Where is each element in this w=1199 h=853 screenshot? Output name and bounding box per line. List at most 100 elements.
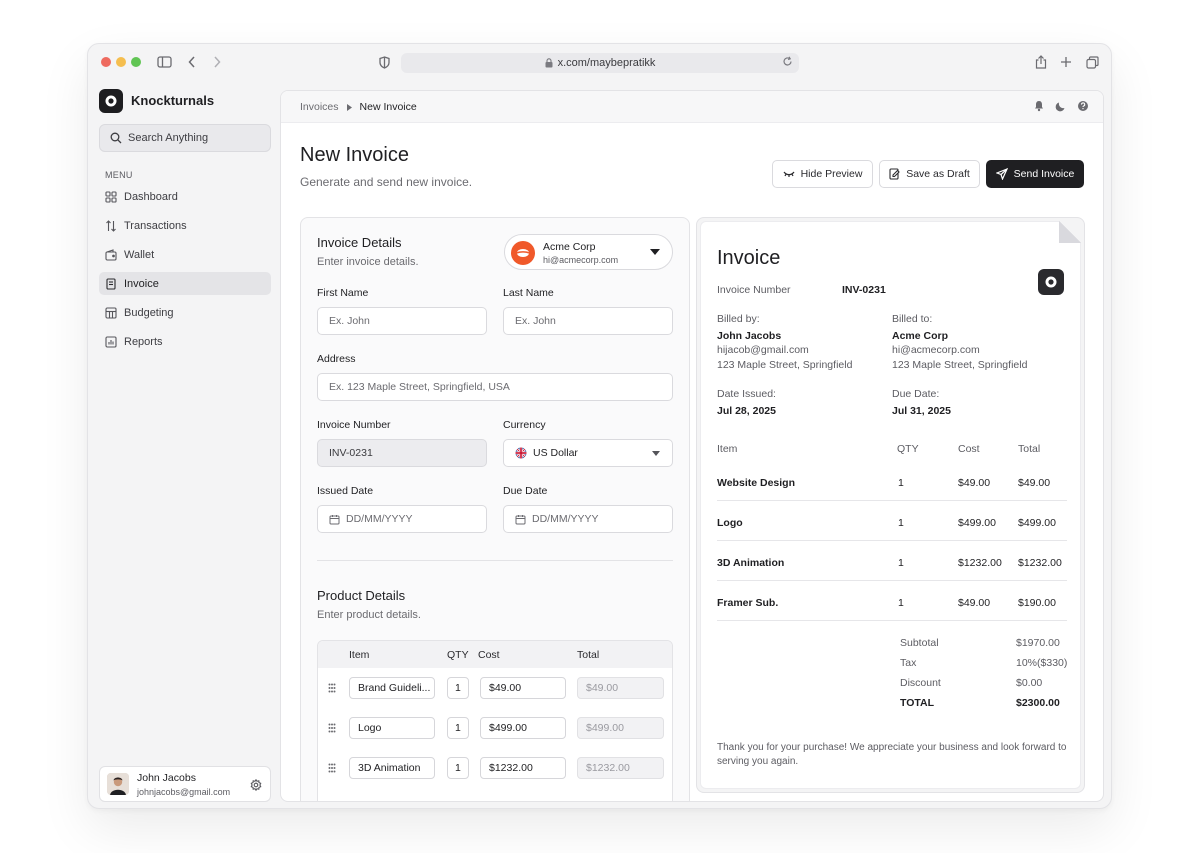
col-cost: Cost (478, 649, 500, 661)
sidebar-item-reports[interactable]: Reports (99, 330, 271, 353)
last-name-field[interactable]: Ex. John (503, 307, 673, 335)
product-cost-input[interactable]: $1232.00 (480, 757, 566, 779)
product-total-field: $49.00 (577, 677, 664, 699)
product-cost-input[interactable]: $49.00 (480, 677, 566, 699)
breadcrumb-new-invoice: New Invoice (359, 101, 417, 113)
line-item-qty: 1 (898, 557, 904, 569)
eye-closed-icon (783, 171, 795, 177)
invoice-details-title: Invoice Details (317, 235, 402, 250)
new-tab-icon[interactable] (1057, 53, 1075, 71)
line-item-name: Framer Sub. (717, 597, 779, 609)
sidebar-item-dashboard[interactable]: Dashboard (99, 185, 271, 208)
sidebar-item-label: Transactions (124, 219, 187, 232)
tabs-overview-icon[interactable] (1083, 53, 1101, 71)
product-item-input[interactable]: Brand Guideli... (349, 677, 435, 699)
product-item-input[interactable]: 3D Animation (349, 757, 435, 779)
shield-icon[interactable] (375, 53, 393, 71)
currency-select[interactable]: US Dollar (503, 439, 673, 467)
line-item-cost: $49.00 (958, 477, 991, 489)
invoice-number-label: Invoice Number (717, 284, 791, 296)
billed-by-name: John Jacobs (717, 330, 782, 342)
arrows-updown-icon (106, 219, 116, 232)
product-details-subtitle: Enter product details. (317, 609, 421, 621)
lock-icon (545, 58, 553, 68)
drag-handle-icon[interactable] (328, 683, 336, 693)
moon-icon[interactable] (1055, 100, 1067, 112)
save-draft-button[interactable]: Save as Draft (879, 160, 980, 188)
total-value: $2300.00 (1016, 697, 1060, 709)
product-item-input[interactable]: Logo (349, 717, 435, 739)
url-text: x.com/maybepratikk (557, 57, 656, 69)
forward-icon[interactable] (208, 53, 226, 71)
line-item-name: Website Design (717, 477, 795, 489)
product-qty-input[interactable]: 1 (447, 757, 469, 779)
user-profile-card[interactable]: John Jacobs johnjacobs@gmail.com (99, 766, 271, 802)
first-name-field[interactable]: Ex. John (317, 307, 487, 335)
table-row: Logo 1 $499.00 $499.00 (318, 709, 672, 749)
line-item-qty: 1 (898, 517, 904, 529)
currency-value: US Dollar (533, 447, 578, 459)
row-divider (717, 580, 1067, 581)
invoice-form: Invoice Details Enter invoice details. A… (300, 217, 690, 801)
table-row: 3D Animation 1 $1232.00 $1232.00 (318, 749, 672, 789)
share-icon[interactable] (1032, 53, 1050, 71)
breadcrumb-invoices[interactable]: Invoices (300, 101, 339, 113)
section-divider (317, 560, 673, 561)
col-cost: Cost (958, 443, 980, 455)
invoice-details-subtitle: Enter invoice details. (317, 256, 419, 268)
row-divider (717, 500, 1067, 501)
billed-by-email: hijacob@gmail.com (717, 344, 809, 356)
breadcrumb: Invoices New Invoice (300, 101, 417, 113)
close-window-button[interactable] (101, 57, 111, 67)
issued-date-field[interactable]: DD/MM/YYYY (317, 505, 487, 533)
reload-icon[interactable] (782, 56, 793, 70)
search-input[interactable]: Search Anything (99, 124, 271, 152)
company-logo-icon (1038, 269, 1064, 295)
maximize-window-button[interactable] (131, 57, 141, 67)
help-icon[interactable] (1077, 100, 1089, 112)
due-date-label: Due Date: (892, 388, 940, 400)
address-bar[interactable]: x.com/maybepratikk (401, 53, 799, 73)
product-total-field: $1232.00 (577, 757, 664, 779)
sidebar-item-transactions[interactable]: Transactions (99, 214, 271, 237)
bell-icon[interactable] (1033, 100, 1045, 112)
due-date-field[interactable]: DD/MM/YYYY (503, 505, 673, 533)
client-email: hi@acmecorp.com (543, 255, 619, 265)
drag-handle-icon[interactable] (328, 723, 336, 733)
calculator-icon (105, 306, 117, 319)
send-invoice-button[interactable]: Send Invoice (986, 160, 1084, 188)
table-row: Brand Guideli... 1 $49.00 $49.00 (318, 669, 672, 709)
drag-handle-icon[interactable] (328, 763, 336, 773)
product-qty-input[interactable]: 1 (447, 717, 469, 739)
product-qty-input[interactable]: 1 (447, 677, 469, 699)
app-logo[interactable] (99, 89, 123, 113)
invoice-title: Invoice (717, 247, 781, 269)
address-field[interactable]: Ex. 123 Maple Street, Springfield, USA (317, 373, 673, 401)
line-item-qty: 1 (898, 477, 904, 489)
row-divider (717, 540, 1067, 541)
col-item: Item (349, 649, 370, 661)
back-icon[interactable] (183, 53, 201, 71)
avatar (107, 773, 129, 795)
uk-flag-icon (515, 447, 527, 459)
product-details-title: Product Details (317, 588, 406, 603)
billed-by-address: 123 Maple Street, Springfield (717, 359, 853, 371)
invoice-number-field[interactable]: INV-0231 (317, 439, 487, 467)
sidebar-item-invoice[interactable]: Invoice (99, 272, 271, 295)
product-cost-input[interactable]: $499.00 (480, 717, 566, 739)
brand-name: Knockturnals (131, 93, 215, 108)
client-select[interactable]: Acme Corp hi@acmecorp.com (504, 234, 673, 270)
line-item-total: $499.00 (1018, 517, 1056, 529)
sidebar-item-wallet[interactable]: Wallet (99, 243, 271, 266)
sidebar-toggle-icon[interactable] (155, 53, 173, 71)
due-date-value: Jul 31, 2025 (892, 405, 951, 417)
gear-icon[interactable] (250, 778, 262, 796)
due-date-label: Due Date (503, 485, 548, 497)
sidebar-item-budgeting[interactable]: Budgeting (99, 301, 271, 324)
total-label: TOTAL (900, 697, 935, 709)
minimize-window-button[interactable] (116, 57, 126, 67)
last-name-placeholder: Ex. John (515, 315, 556, 327)
product-table: Item QTY Cost Total Brand Guideli... 1 $… (317, 640, 673, 801)
hide-preview-button[interactable]: Hide Preview (772, 160, 873, 188)
top-bar: Invoices New Invoice (281, 91, 1103, 123)
